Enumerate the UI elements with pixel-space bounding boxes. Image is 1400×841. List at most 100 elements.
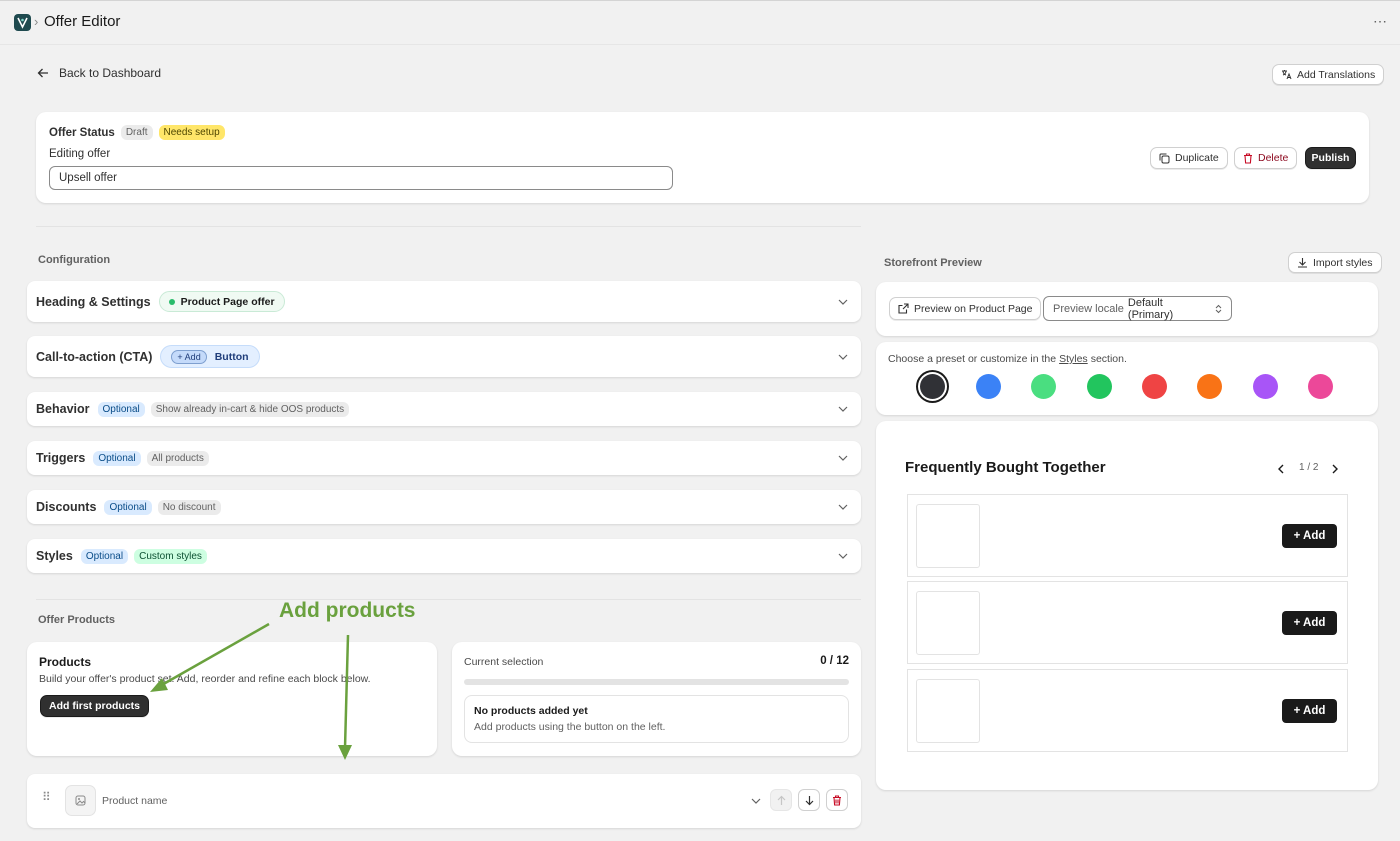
products-description: Build your offer's product set. Add, reo… bbox=[39, 673, 371, 685]
product-name: Product name bbox=[102, 795, 168, 807]
duplicate-button[interactable]: Duplicate bbox=[1150, 147, 1228, 169]
color-swatch[interactable] bbox=[1197, 374, 1222, 399]
section-cta[interactable]: Call-to-action (CTA) + Add Button bbox=[27, 336, 861, 377]
section-title: Triggers bbox=[36, 451, 86, 465]
product-image-placeholder bbox=[916, 679, 980, 743]
section-title: Discounts bbox=[36, 500, 97, 514]
move-down-button[interactable] bbox=[798, 789, 820, 811]
preview-locale-value: Default (Primary) bbox=[1127, 296, 1174, 321]
remove-product-button[interactable] bbox=[826, 789, 848, 811]
color-swatch[interactable] bbox=[1087, 374, 1112, 399]
breadcrumb-separator: › bbox=[34, 14, 39, 29]
section-heading-settings[interactable]: Heading & Settings Product Page offer bbox=[27, 281, 861, 322]
divider bbox=[36, 599, 861, 600]
arrow-down-icon bbox=[805, 795, 813, 805]
section-styles[interactable]: Styles Optional Custom styles bbox=[27, 539, 861, 573]
styles-summary-badge: Custom styles bbox=[134, 548, 207, 564]
color-swatch-selected[interactable] bbox=[920, 374, 945, 399]
color-swatch[interactable] bbox=[1308, 374, 1333, 399]
section-behavior[interactable]: Behavior Optional Show already in-cart &… bbox=[27, 392, 861, 426]
section-title: Styles bbox=[36, 549, 73, 563]
delete-button[interactable]: Delete bbox=[1234, 147, 1298, 169]
preview-product-card: + Add bbox=[907, 494, 1348, 577]
arrow-left-icon bbox=[37, 68, 48, 78]
chevron-right-icon[interactable] bbox=[1332, 464, 1339, 474]
back-label: Back to Dashboard bbox=[59, 66, 162, 80]
badge-label: Product Page offer bbox=[180, 295, 275, 308]
preview-add-button[interactable]: + Add bbox=[1282, 524, 1337, 548]
add-first-products-label: Add first products bbox=[49, 700, 140, 712]
duplicate-label: Duplicate bbox=[1175, 152, 1219, 164]
external-link-icon bbox=[898, 303, 909, 314]
color-swatch[interactable] bbox=[1142, 374, 1167, 399]
duplicate-icon bbox=[1159, 153, 1170, 163]
optional-badge: Optional bbox=[93, 450, 141, 466]
empty-selection-box bbox=[464, 695, 849, 743]
image-placeholder-icon bbox=[65, 785, 96, 816]
page-title: Offer Editor bbox=[44, 13, 121, 30]
chevron-down-icon bbox=[838, 455, 848, 461]
preset-hint: Choose a preset or customize in the Styl… bbox=[888, 353, 1127, 365]
preview-add-button[interactable]: + Add bbox=[1282, 699, 1337, 723]
behavior-summary-badge: Show already in-cart & hide OOS products bbox=[150, 401, 350, 417]
section-triggers[interactable]: Triggers Optional All products bbox=[27, 441, 861, 475]
preview-add-button[interactable]: + Add bbox=[1282, 611, 1337, 635]
offer-name-input[interactable] bbox=[49, 166, 673, 190]
chevron-left-icon[interactable] bbox=[1277, 464, 1284, 474]
current-selection-label: Current selection bbox=[464, 656, 544, 668]
move-up-button[interactable] bbox=[770, 789, 792, 811]
draft-badge: Draft bbox=[120, 125, 153, 140]
color-swatch[interactable] bbox=[1031, 374, 1056, 399]
publish-button[interactable]: Publish bbox=[1305, 147, 1356, 169]
optional-badge: Optional bbox=[80, 548, 129, 564]
preview-on-product-page-button[interactable]: Preview on Product Page bbox=[889, 297, 1042, 320]
app-logo[interactable] bbox=[14, 14, 31, 31]
product-page-offer-badge: Product Page offer bbox=[158, 291, 285, 312]
preview-product-card: + Add bbox=[907, 581, 1348, 664]
pagination-indicator: 1 / 2 bbox=[1299, 462, 1319, 473]
chevron-down-icon[interactable] bbox=[751, 798, 761, 804]
delete-label: Delete bbox=[1258, 152, 1289, 164]
product-image-placeholder bbox=[916, 504, 980, 568]
discounts-summary-badge: No discount bbox=[157, 499, 221, 515]
chevron-down-icon bbox=[838, 354, 848, 360]
preview-on-product-page-label: Preview on Product Page bbox=[914, 302, 1033, 315]
preview-locale-select[interactable]: Preview locale Default (Primary) bbox=[1043, 296, 1232, 321]
section-discounts[interactable]: Discounts Optional No discount bbox=[27, 490, 861, 524]
import-styles-button[interactable]: Import styles bbox=[1288, 252, 1382, 273]
selection-progress-bar bbox=[464, 679, 849, 685]
add-translations-label: Add Translations bbox=[1297, 68, 1376, 81]
section-title: Heading & Settings bbox=[36, 294, 151, 309]
styles-link[interactable]: Styles bbox=[1059, 353, 1088, 365]
translate-icon bbox=[1282, 70, 1292, 80]
top-bar bbox=[0, 0, 1400, 45]
color-swatch[interactable] bbox=[976, 374, 1001, 399]
trash-icon bbox=[833, 794, 841, 806]
status-dot-icon bbox=[168, 298, 175, 305]
offer-status-label: Offer Status bbox=[49, 126, 115, 139]
section-title: Behavior bbox=[36, 402, 90, 416]
section-title: Call-to-action (CTA) bbox=[36, 349, 153, 364]
add-translations-button[interactable]: Add Translations bbox=[1272, 64, 1385, 85]
drag-handle-icon[interactable]: ⠿ bbox=[42, 791, 52, 803]
more-actions-icon[interactable]: ⋯ bbox=[1373, 13, 1388, 30]
back-to-dashboard-link[interactable]: Back to Dashboard bbox=[37, 66, 161, 80]
widget-title: Frequently Bought Together bbox=[905, 459, 1106, 476]
configuration-title: Configuration bbox=[38, 254, 111, 266]
arrow-up-icon bbox=[777, 795, 785, 805]
color-swatch[interactable] bbox=[1253, 374, 1278, 399]
selection-count: 0 / 12 bbox=[820, 655, 849, 667]
offer-status-row: Offer Status Draft Needs setup bbox=[49, 125, 225, 140]
preview-locale-label: Preview locale bbox=[1053, 302, 1124, 315]
optional-badge: Optional bbox=[104, 499, 152, 515]
storefront-preview-title: Storefront Preview bbox=[884, 257, 982, 269]
optional-badge: Optional bbox=[97, 401, 145, 417]
chevron-down-icon bbox=[838, 553, 848, 559]
trash-icon bbox=[1244, 152, 1252, 164]
preview-product-card: + Add bbox=[907, 669, 1348, 752]
chevron-down-icon bbox=[838, 504, 848, 510]
offer-products-title: Offer Products bbox=[38, 614, 116, 626]
add-first-products-button[interactable]: Add first products bbox=[40, 695, 149, 717]
chevron-down-icon bbox=[838, 299, 848, 305]
preset-hint-text: Choose a preset or customize in the bbox=[888, 353, 1057, 365]
